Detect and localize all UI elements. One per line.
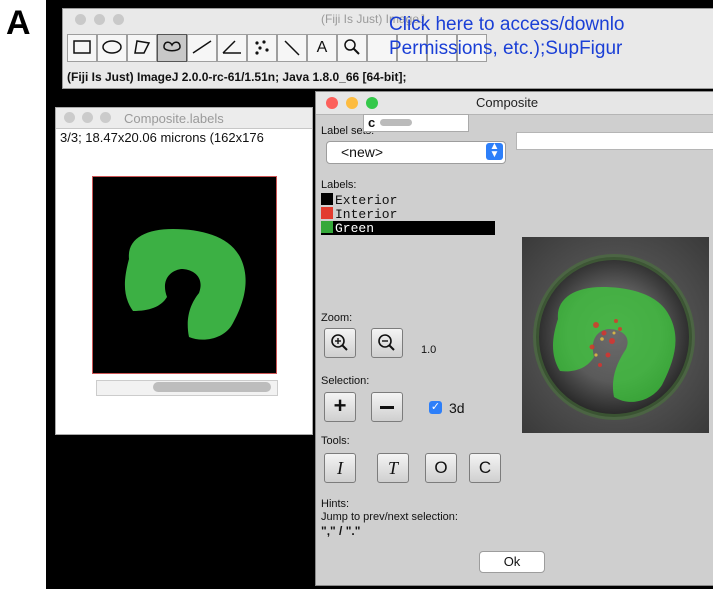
interior-swatch [321, 207, 333, 219]
composite-title-bar[interactable]: Composite [316, 92, 713, 115]
label-item-green[interactable]: Green [321, 221, 495, 236]
link-line-1[interactable]: Click here to access/downlo [389, 13, 625, 37]
label-item-name: Green [335, 221, 375, 236]
wand-tool-icon[interactable] [277, 34, 307, 62]
text-tool-button[interactable]: T [377, 453, 409, 483]
green-swatch [321, 221, 333, 233]
zoom-window-icon[interactable] [113, 14, 124, 25]
plus-icon: + [333, 393, 347, 418]
label-set-name-input[interactable] [516, 132, 713, 150]
multipoint-tool-icon[interactable] [247, 34, 277, 62]
labels-heading: Labels: [321, 179, 357, 191]
close-window-icon[interactable] [326, 97, 338, 109]
slice-scroll-thumb[interactable] [153, 382, 271, 392]
c-field[interactable]: c [363, 114, 469, 132]
imagej-main-window: (Fiji Is Just) ImageJ A (Fiji Is Just) I… [62, 8, 713, 89]
c-field-value: c [368, 115, 376, 130]
label-item-interior[interactable]: Interior [321, 207, 398, 222]
3d-checkbox[interactable]: ✓ [429, 401, 442, 414]
zoom-window-icon[interactable] [100, 112, 111, 123]
image-info-text: 3/3; 18.47x20.06 microns (162x176 [60, 130, 264, 145]
label-item-name: Interior [335, 207, 398, 222]
zoom-in-icon [331, 334, 348, 351]
minimize-window-icon[interactable] [346, 97, 358, 109]
zoom-in-button[interactable] [324, 328, 356, 358]
imagej-status-text: (Fiji Is Just) ImageJ 2.0.0-rc-61/1.51n;… [67, 70, 407, 84]
c-slider-thumb[interactable] [380, 119, 412, 126]
magnifier-tool-icon[interactable] [337, 34, 367, 62]
label-item-name: Exterior [335, 193, 398, 208]
minimize-window-icon[interactable] [94, 14, 105, 25]
slice-scrollbar[interactable] [96, 380, 278, 396]
polygon-tool-icon[interactable] [127, 34, 157, 62]
labels-window-title-bar[interactable]: Composite.labels [56, 108, 312, 129]
microscopy-preview [522, 237, 709, 433]
angle-tool-icon[interactable] [217, 34, 247, 62]
label-set-selected-value: <new> [341, 144, 384, 160]
text-tool-icon[interactable]: A [307, 34, 337, 62]
figure-panel-label: A [6, 4, 31, 42]
selection-heading: Selection: [321, 375, 370, 387]
ok-button[interactable]: Ok [479, 551, 545, 573]
italic-tool-button[interactable]: I [324, 453, 356, 483]
chevron-up-down-icon[interactable]: ▲ ▼ [486, 142, 503, 160]
rectangle-tool-icon[interactable] [67, 34, 97, 62]
close-window-icon[interactable] [75, 14, 86, 25]
minus-icon [380, 406, 394, 409]
label-item-exterior[interactable]: Exterior [321, 193, 398, 208]
zoom-heading: Zoom: [321, 312, 353, 324]
line-tool-icon[interactable] [187, 34, 217, 62]
zoom-out-icon [378, 334, 395, 351]
freehand-tool-icon[interactable] [157, 34, 187, 62]
add-selection-button[interactable]: + [324, 392, 356, 422]
oval-tool-icon[interactable] [97, 34, 127, 62]
labels-image-window: Composite.labels 3/3; 18.47x20.06 micron… [55, 107, 313, 435]
link-line-2[interactable]: Permissions, etc.);SupFigur [389, 37, 625, 61]
3d-checkbox-label: 3d [449, 400, 465, 416]
labels-window-title: Composite.labels [124, 111, 224, 126]
zoom-level-value: 1.0 [421, 344, 437, 356]
close-window-icon[interactable] [64, 112, 75, 123]
remove-selection-button[interactable] [371, 392, 403, 422]
composite-dialog: Composite Label sets: c <new> ▲ ▼ Labels:… [315, 91, 713, 586]
zoom-window-icon[interactable] [366, 97, 378, 109]
hints-text: Jump to prev/next selection: [321, 511, 458, 523]
contour-tool-button[interactable]: C [469, 453, 501, 483]
label-mask-canvas[interactable] [92, 176, 277, 374]
oval-tool-button[interactable]: O [425, 453, 457, 483]
hints-keys: "," / "." [321, 524, 361, 538]
access-download-link[interactable]: Click here to access/downlo Permissions,… [389, 13, 625, 61]
composite-window-title: Composite [476, 95, 539, 110]
zoom-out-button[interactable] [371, 328, 403, 358]
tools-heading: Tools: [321, 435, 350, 447]
green-mask-shape [124, 229, 246, 340]
minimize-window-icon[interactable] [82, 112, 93, 123]
hints-heading: Hints: [321, 498, 350, 510]
label-set-select[interactable]: <new> ▲ ▼ [326, 141, 506, 164]
exterior-swatch [321, 193, 333, 205]
